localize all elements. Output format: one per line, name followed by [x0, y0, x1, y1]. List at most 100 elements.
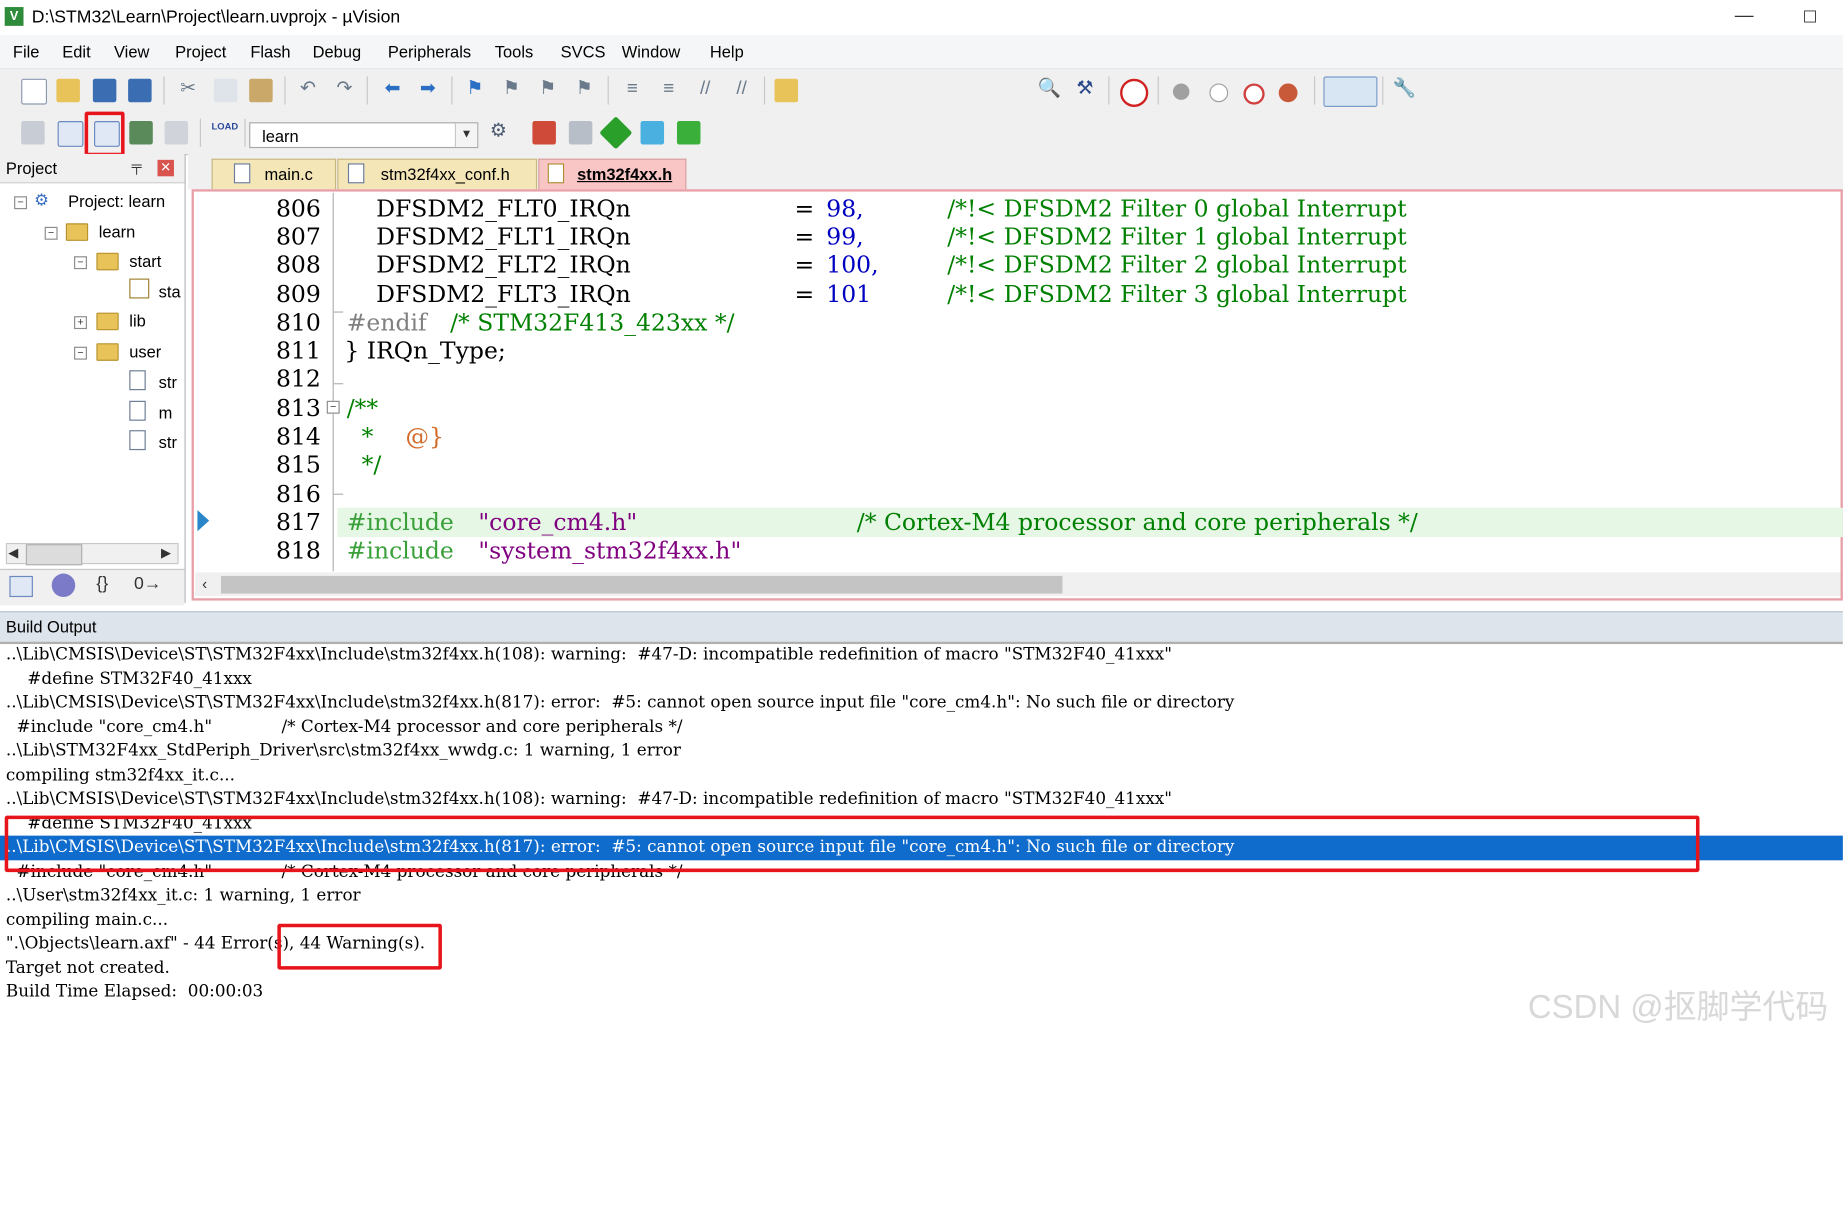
build-icon[interactable] [57, 121, 84, 147]
target-folder-icon [65, 223, 89, 241]
incremental-find-icon[interactable]: ⚒ [1072, 76, 1098, 102]
configure-icon[interactable]: 🔧 [1392, 76, 1418, 102]
enable-breakpoint-icon[interactable] [1209, 83, 1229, 103]
menu-svcs[interactable]: SVCS [561, 42, 606, 61]
build-line[interactable]: compiling stm32f4xx_it.c... [6, 766, 235, 785]
menu-bar: File Edit View Project Flash Debug Perip… [0, 35, 1843, 70]
run-time-environment-icon[interactable] [676, 121, 701, 145]
templates-tab-icon[interactable]: 0→ [134, 574, 161, 594]
cut-icon[interactable]: ✂ [175, 76, 201, 102]
undo-icon[interactable]: ↶ [295, 76, 321, 102]
build-line[interactable]: #include "core_cm4.h" /* Cortex-M4 proce… [6, 718, 683, 737]
tree-group-user[interactable]: user [129, 342, 161, 361]
menu-project[interactable]: Project [175, 42, 226, 61]
target-dropdown-arrow[interactable]: ▼ [454, 123, 478, 147]
expand-toggle[interactable]: + [74, 316, 87, 330]
manage-components-icon[interactable] [568, 121, 593, 145]
disable-breakpoints-icon[interactable] [1243, 83, 1265, 105]
navigate-forward-icon[interactable]: ➡ [415, 76, 441, 102]
find-in-files-icon[interactable] [774, 78, 799, 103]
tab-main-c[interactable]: main.c [211, 158, 337, 190]
tree-user-file-1[interactable]: str [159, 373, 177, 392]
tree-start-file[interactable]: sta [159, 282, 181, 301]
build-line[interactable]: Build Time Elapsed: 00:00:03 [6, 983, 263, 1002]
copy-icon[interactable] [213, 78, 238, 103]
collapse-toggle[interactable]: − [14, 196, 28, 210]
functions-tab-icon[interactable]: {} [96, 574, 108, 594]
navigate-back-icon[interactable]: ⬅ [380, 76, 406, 102]
insert-breakpoint-icon[interactable] [1172, 83, 1190, 100]
close-icon[interactable]: ✕ [157, 159, 174, 177]
batch-build-icon[interactable] [129, 121, 153, 145]
scroll-left-icon[interactable]: ‹ [202, 575, 207, 593]
next-bookmark-icon[interactable]: ⚑ [535, 76, 561, 102]
menu-debug[interactable]: Debug [313, 42, 361, 61]
kill-breakpoints-icon[interactable] [1278, 83, 1298, 103]
menu-help[interactable]: Help [710, 42, 744, 61]
books-tab-icon[interactable] [51, 573, 76, 598]
unindent-icon[interactable]: ≡ [656, 76, 682, 102]
build-line[interactable]: #define STM32F40_41xxx [6, 670, 252, 689]
scroll-thumb[interactable] [25, 544, 83, 566]
tree-user-file-3[interactable]: str [159, 433, 177, 452]
collapse-toggle[interactable]: − [74, 346, 87, 360]
paste-icon[interactable] [249, 78, 273, 103]
new-file-icon[interactable] [21, 78, 48, 105]
tree-project-root[interactable]: Project: learn [68, 192, 165, 211]
menu-peripherals[interactable]: Peripherals [388, 42, 471, 61]
build-line[interactable]: ..\Lib\CMSIS\Device\ST\STM32F4xx\Include… [6, 790, 1172, 809]
fold-toggle[interactable]: − [326, 400, 340, 414]
build-line[interactable]: ..\Lib\STM32F4xx_StdPeriph_Driver\src\st… [6, 742, 681, 761]
find-icon[interactable]: 🔍 [1037, 76, 1063, 102]
menu-file[interactable]: File [13, 42, 40, 61]
build-line[interactable]: ..\User\stm32f4xx_it.c: 1 warning, 1 err… [6, 886, 361, 905]
scroll-left-icon[interactable]: ◀ [8, 545, 18, 561]
pin-icon[interactable]: ╤ [132, 157, 142, 173]
tab-stm32f4xx-conf-h[interactable]: stm32f4xx_conf.h [337, 158, 538, 190]
menu-view[interactable]: View [114, 42, 149, 61]
stop-build-icon[interactable] [164, 121, 189, 145]
build-line[interactable]: Target not created. [6, 959, 170, 978]
redo-icon[interactable]: ↷ [331, 76, 357, 102]
collapse-toggle[interactable]: − [74, 256, 87, 270]
scroll-right-icon[interactable]: ▶ [161, 545, 171, 561]
pack-installer-icon[interactable] [640, 121, 665, 145]
menu-window[interactable]: Window [622, 42, 681, 61]
window-layout-icon[interactable] [1323, 76, 1378, 107]
debug-session-icon[interactable] [1120, 78, 1149, 107]
build-line[interactable]: ..\Lib\CMSIS\Device\ST\STM32F4xx\Include… [6, 645, 1172, 664]
file-icon [547, 163, 565, 184]
code-token: DFSDM2_FLT3_IRQn [376, 279, 631, 308]
build-line[interactable]: ..\Lib\CMSIS\Device\ST\STM32F4xx\Include… [6, 693, 1235, 712]
build-line[interactable]: compiling main.c... [6, 911, 168, 930]
indent-icon[interactable]: ≡ [619, 76, 645, 102]
build-output-title: Build Output [5, 617, 97, 636]
manage-project-items-icon[interactable] [532, 121, 556, 145]
minimize-button[interactable]: — [1732, 2, 1756, 30]
maximize-button[interactable]: ☐ [1798, 2, 1822, 30]
clear-bookmarks-icon[interactable]: ⚑ [571, 76, 597, 102]
prev-bookmark-icon[interactable]: ⚑ [498, 76, 524, 102]
download-icon[interactable]: LOAD [211, 121, 238, 145]
translate-icon[interactable] [21, 121, 45, 145]
comment-icon[interactable]: // [692, 76, 718, 102]
menu-tools[interactable]: Tools [495, 42, 533, 61]
tree-user-file-2[interactable]: m [159, 403, 173, 422]
open-file-icon[interactable] [56, 78, 80, 103]
save-icon[interactable] [92, 78, 117, 103]
tree-group-start[interactable]: start [129, 252, 161, 271]
tree-target[interactable]: learn [99, 222, 136, 241]
tab-label: stm32f4xx_conf.h [380, 164, 510, 184]
file-icon [233, 163, 251, 184]
target-options-icon[interactable]: ⚙ [485, 119, 511, 145]
menu-flash[interactable]: Flash [250, 42, 290, 61]
uncomment-icon[interactable]: // [729, 76, 755, 102]
project-tab-icon[interactable] [9, 575, 33, 598]
save-all-icon[interactable] [128, 78, 152, 103]
bookmark-icon[interactable]: ⚑ [462, 76, 488, 102]
collapse-toggle[interactable]: − [44, 226, 58, 240]
tree-group-lib[interactable]: lib [129, 311, 145, 330]
menu-edit[interactable]: Edit [62, 42, 90, 61]
scroll-thumb[interactable] [220, 575, 1063, 594]
target-select[interactable]: learn [249, 122, 479, 149]
